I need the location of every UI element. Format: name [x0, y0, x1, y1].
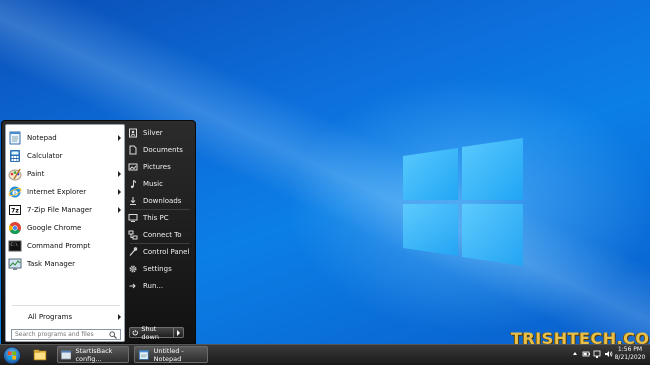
taskbar-task-startisback[interactable]: StartIsBack config... [57, 346, 129, 363]
clock-time: 1:56 PM [617, 346, 643, 353]
run-icon [129, 283, 136, 288]
program-item-notepad[interactable]: Notepad [8, 129, 124, 146]
startisback-icon [61, 350, 72, 359]
shutdown-options-arrow-icon[interactable] [177, 329, 181, 336]
downloads-icon [130, 196, 136, 205]
submenu-arrow-icon [118, 188, 121, 195]
7zip-icon: 7z [9, 204, 21, 215]
start-right-item-music[interactable]: Music [128, 176, 194, 191]
submenu-arrow-icon [118, 314, 121, 320]
command-prompt-icon: C:\ [8, 240, 22, 251]
paint-icon [8, 168, 22, 180]
program-item-task-manager[interactable]: Task Manager [8, 255, 124, 272]
program-label: Task Manager [27, 259, 76, 268]
battery-icon[interactable] [582, 349, 591, 359]
program-label: Calculator [27, 151, 63, 160]
system-clock[interactable]: 1:56 PM 8/21/2020 [612, 346, 648, 362]
program-label: Command Prompt [27, 241, 91, 250]
task-manager-icon [8, 258, 22, 270]
program-label: 7-Zip File Manager [27, 205, 93, 214]
user-folder-icon [129, 128, 137, 137]
start-right-label: Music [143, 179, 163, 188]
program-label: Paint [27, 169, 45, 178]
start-right-label: Documents [143, 145, 183, 154]
submenu-arrow-icon [118, 134, 121, 141]
chrome-icon [8, 221, 21, 234]
program-item-7zip[interactable]: 7z 7-Zip File Manager [8, 201, 124, 218]
start-right-item-user-folder[interactable]: Silver [128, 125, 194, 140]
start-right-label: Silver [143, 128, 163, 137]
start-menu-programs-pane: Notepad Calculator Paint e Internet Expl… [5, 124, 125, 342]
control-panel-icon [129, 246, 138, 256]
search-programs-input[interactable] [11, 329, 121, 340]
program-label: Notepad [27, 133, 57, 142]
pictures-icon [128, 163, 138, 170]
tray-overflow-arrow-icon[interactable] [572, 349, 578, 359]
start-right-item-downloads[interactable]: Downloads [128, 193, 194, 208]
shutdown-divider [173, 328, 175, 337]
start-menu: Notepad Calculator Paint e Internet Expl… [1, 120, 196, 344]
start-right-item-settings[interactable]: Settings [128, 261, 194, 276]
taskbar-task-notepad[interactable]: Untitled - Notepad [134, 346, 208, 363]
start-right-item-control-panel[interactable]: Control Panel [128, 244, 194, 259]
task-label: Untitled - Notepad [153, 346, 184, 363]
program-item-internet-explorer[interactable]: e Internet Explorer [8, 183, 124, 200]
start-orb-button[interactable] [2, 346, 22, 365]
notepad-icon [9, 131, 21, 144]
file-explorer-taskbar-icon[interactable] [31, 346, 49, 363]
submenu-arrow-icon [118, 170, 121, 177]
program-item-command-prompt[interactable]: C:\ Command Prompt [8, 237, 124, 254]
program-item-paint[interactable]: Paint [8, 165, 124, 182]
svg-text:7z: 7z [11, 207, 19, 214]
start-right-label: This PC [143, 213, 169, 222]
calculator-icon [10, 149, 20, 162]
notepad-icon [138, 349, 149, 360]
shutdown-label: Shut down [141, 324, 159, 341]
program-label: Google Chrome [27, 223, 82, 232]
program-item-calculator[interactable]: Calculator [8, 147, 124, 164]
network-status-icon[interactable] [593, 349, 602, 359]
windows-logo-wallpaper [403, 138, 523, 266]
all-programs-button[interactable]: All Programs [8, 310, 124, 324]
task-label: StartIsBack config... [75, 346, 113, 363]
documents-icon [129, 145, 137, 154]
computer-icon [128, 213, 138, 222]
start-right-label: Settings [143, 264, 172, 273]
submenu-arrow-icon [118, 206, 121, 213]
power-icon [132, 329, 138, 336]
music-icon [130, 179, 136, 188]
start-right-item-connect-to[interactable]: Connect To [128, 227, 194, 242]
programs-separator [12, 305, 120, 306]
start-right-item-documents[interactable]: Documents [128, 142, 194, 157]
start-right-item-pictures[interactable]: Pictures [128, 159, 194, 174]
start-right-label: Pictures [143, 162, 171, 171]
start-right-label: Control Panel [143, 247, 190, 256]
program-item-google-chrome[interactable]: Google Chrome [8, 219, 124, 236]
internet-explorer-icon: e [8, 186, 22, 198]
search-icon [109, 331, 117, 339]
network-icon [128, 230, 138, 239]
start-right-label: Connect To [143, 230, 182, 239]
all-programs-label: All Programs [28, 313, 73, 321]
start-right-item-run[interactable]: Run... [128, 278, 194, 293]
svg-text:C:\: C:\ [11, 242, 19, 247]
start-right-label: Run... [143, 281, 164, 290]
shutdown-button[interactable]: Shut down [129, 324, 184, 341]
settings-gear-icon [129, 265, 137, 272]
clock-date: 8/21/2020 [614, 354, 646, 361]
start-right-item-this-pc[interactable]: This PC [128, 210, 194, 225]
program-label: Internet Explorer [27, 187, 87, 196]
start-right-label: Downloads [143, 196, 182, 205]
